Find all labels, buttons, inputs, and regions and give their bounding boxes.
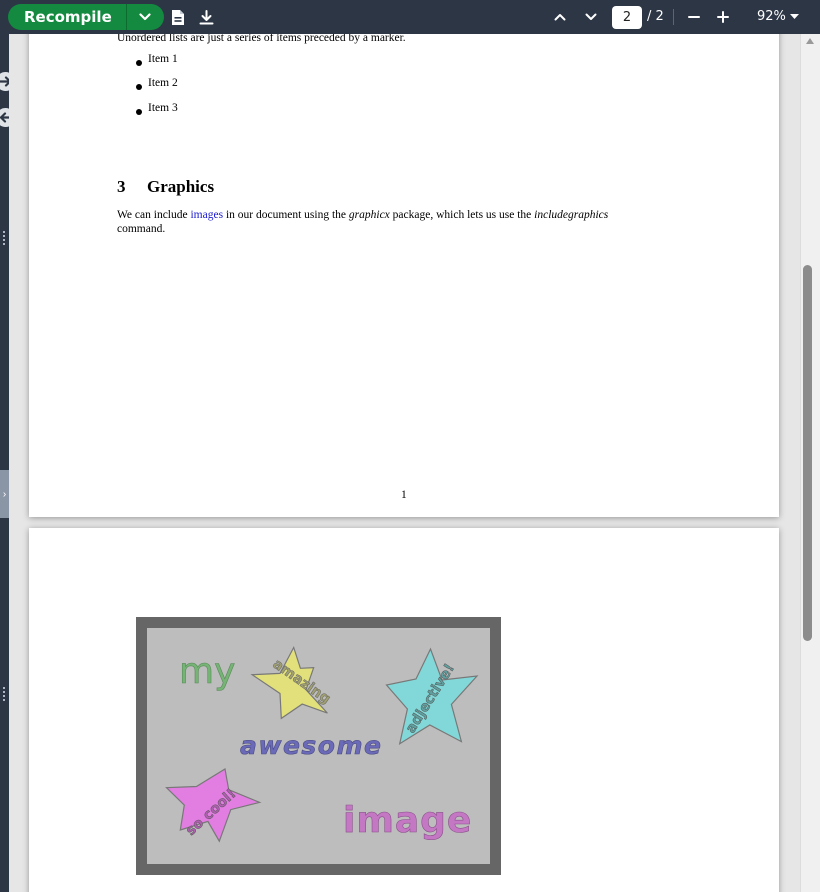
download-pdf-button[interactable] — [196, 7, 216, 27]
next-page-button[interactable] — [581, 7, 601, 27]
para-text: command. — [117, 223, 166, 235]
pdf-toolbar: Recompile 2 / 2 92% — [0, 0, 820, 34]
zoom-out-button[interactable] — [684, 7, 704, 27]
chevron-down-icon — [139, 13, 151, 21]
pdf-viewer[interactable]: Unordered lists are just a series of ite… — [9, 34, 800, 892]
zoom-in-button[interactable] — [713, 7, 733, 27]
word-awesome: awesome — [240, 731, 382, 760]
document-icon — [172, 9, 184, 25]
zoom-level-label: 92% — [757, 9, 786, 24]
list-intro-text: Unordered lists are just a series of ite… — [117, 34, 406, 44]
plus-icon — [717, 11, 729, 23]
word-image: image — [343, 800, 472, 841]
pdf-page-2: my amazing adjective! awesome so cool! i… — [29, 528, 779, 892]
previous-page-button[interactable] — [550, 7, 570, 27]
page-number: 1 — [401, 489, 407, 501]
scroll-up-arrow-icon[interactable] — [806, 38, 814, 44]
bullet-marker — [136, 109, 142, 115]
chevron-up-icon — [554, 14, 566, 21]
expand-panel-button[interactable]: › — [0, 470, 9, 518]
recompile-options-button[interactable] — [125, 4, 164, 30]
para-text: package, which lets us use the — [389, 209, 535, 221]
section-number: 3 — [117, 177, 126, 196]
caret-down-icon — [789, 14, 799, 19]
chevron-right-icon: › — [2, 488, 7, 500]
editor-divider-bar: › — [0, 34, 17, 892]
section-title: Graphics — [147, 177, 215, 196]
page-total-label: / 2 — [647, 9, 664, 24]
bullet-marker — [136, 60, 142, 66]
para-emphasis: graphicx — [348, 209, 390, 221]
scrollbar-thumb[interactable] — [803, 265, 812, 641]
zoom-level-dropdown[interactable]: 92% — [757, 9, 799, 24]
images-link[interactable]: images — [190, 209, 223, 221]
vertical-scrollbar[interactable] — [800, 34, 820, 892]
resize-grip-icon[interactable] — [2, 686, 6, 702]
resize-grip-icon[interactable] — [2, 230, 6, 246]
recompile-button[interactable]: Recompile — [8, 4, 126, 30]
graphics-paragraph: We can include images in our document us… — [117, 208, 697, 236]
minus-icon — [688, 16, 700, 18]
para-emphasis: includegraphics — [534, 209, 609, 221]
list-item-3: Item 3 — [148, 102, 178, 114]
view-logs-button[interactable] — [168, 7, 188, 27]
recompile-button-group: Recompile — [8, 4, 164, 30]
para-text: in our document using the — [223, 209, 349, 221]
download-icon — [199, 9, 213, 24]
page-number-input[interactable]: 2 — [612, 6, 642, 29]
toolbar-divider — [673, 9, 674, 25]
word-my: my — [179, 651, 235, 692]
example-image: my amazing adjective! awesome so cool! i… — [136, 617, 501, 875]
pdf-page-1: Unordered lists are just a series of ite… — [29, 34, 779, 517]
list-item-2: Item 2 — [148, 77, 178, 89]
chevron-down-icon — [585, 13, 597, 20]
para-text: We can include — [117, 209, 191, 221]
bullet-marker — [136, 84, 142, 90]
list-item-1: Item 1 — [148, 53, 178, 65]
